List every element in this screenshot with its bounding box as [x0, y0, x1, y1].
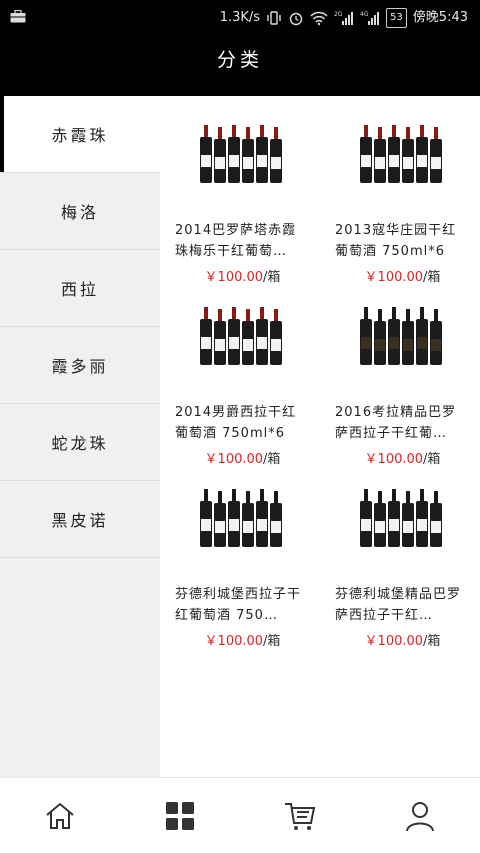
home-icon [46, 802, 74, 829]
wine-bottles-icon [200, 489, 282, 547]
sidebar-item-label: 西拉 [60, 280, 99, 299]
svg-text:2G: 2G [334, 11, 343, 18]
product-name[interactable]: 2014男爵西拉干红葡萄酒 750ml*6 [175, 402, 310, 444]
signal-2g-icon: 2G [334, 11, 354, 25]
bottom-tab-bar [0, 777, 480, 853]
vibrate-icon [267, 11, 281, 25]
tab-cart[interactable] [240, 778, 360, 853]
signal-4g-icon: 4G [360, 11, 380, 25]
product-name[interactable]: 2014巴罗萨塔赤霞珠梅乐干红葡萄… [175, 220, 310, 262]
sidebar-item-chardonnay[interactable]: 霞多丽 [0, 327, 160, 404]
product-image[interactable] [190, 114, 290, 192]
product-name[interactable]: 2013寇华庄园干红葡萄酒 750ml*6 [335, 220, 470, 262]
svg-text:4G: 4G [360, 11, 369, 18]
page-title: 分类 [216, 49, 263, 71]
sidebar-item-label: 蛇龙珠 [51, 434, 109, 453]
product-card[interactable]: 2014巴罗萨塔赤霞珠梅乐干红葡萄… ￥100.00/箱 [160, 96, 320, 285]
sidebar-item-cabernet[interactable]: 赤霞珠 [0, 96, 160, 173]
tab-home[interactable] [0, 778, 120, 853]
product-price: ￥100.00/箱 [175, 630, 310, 649]
price-amount: ￥100.00 [204, 634, 264, 649]
tab-profile[interactable] [360, 778, 480, 853]
product-card[interactable]: 芬德利城堡精品巴罗萨西拉子干红… ￥100.00/箱 [320, 460, 480, 649]
wine-bottles-icon [360, 125, 442, 183]
sidebar-item-label: 赤霞珠 [51, 126, 109, 145]
product-list: 2014巴罗萨塔赤霞珠梅乐干红葡萄… ￥100.00/箱 2013寇华庄园干红葡萄酒… [160, 96, 480, 777]
wine-bottles-icon [360, 489, 442, 547]
briefcase-icon [10, 10, 26, 23]
product-image[interactable] [350, 296, 450, 374]
wine-bottles-icon [200, 307, 282, 365]
product-image[interactable] [190, 478, 290, 556]
clock: 傍晚5:43 [412, 10, 468, 25]
price-unit: /箱 [423, 634, 441, 649]
wine-bottles-icon [200, 125, 282, 183]
network-speed: 1.3K/s [219, 10, 261, 25]
sidebar-item-merlot[interactable]: 梅洛 [0, 173, 160, 250]
product-image[interactable] [350, 478, 450, 556]
battery-indicator: 53 [386, 8, 407, 28]
sidebar-item-cabernet-gernischt[interactable]: 蛇龙珠 [0, 404, 160, 481]
product-name[interactable]: 芬德利城堡西拉子干红葡萄酒 750… [175, 584, 310, 626]
product-name[interactable]: 芬德利城堡精品巴罗萨西拉子干红… [335, 584, 470, 626]
status-indicators: 1.3K/s 2G 4G 53 傍晚5:43 [220, 8, 468, 28]
sidebar-item-label: 霞多丽 [51, 357, 109, 376]
price-amount: ￥100.00 [364, 634, 424, 649]
tab-category[interactable] [120, 778, 240, 853]
sidebar-item-label: 黑皮诺 [51, 511, 109, 530]
product-price: ￥100.00/箱 [335, 630, 470, 649]
category-grid-icon [166, 801, 194, 830]
wine-bottles-icon [360, 307, 442, 365]
product-name[interactable]: 2016考拉精品巴罗萨西拉子干红葡… [335, 402, 470, 444]
product-image[interactable] [350, 114, 450, 192]
sidebar-item-label: 梅洛 [60, 203, 99, 222]
product-card[interactable]: 芬德利城堡西拉子干红葡萄酒 750… ￥100.00/箱 [160, 460, 320, 649]
sidebar-item-pinot-noir[interactable]: 黑皮诺 [0, 481, 160, 558]
product-image[interactable] [190, 296, 290, 374]
status-bar: 1.3K/s 2G 4G 53 傍晚5:43 [0, 0, 480, 34]
page-title-bar: 分类 [0, 34, 480, 96]
product-card[interactable]: 2016考拉精品巴罗萨西拉子干红葡… ￥100.00/箱 [320, 278, 480, 467]
product-card[interactable]: 2013寇华庄园干红葡萄酒 750ml*6 ￥100.00/箱 [320, 96, 480, 285]
alarm-icon [289, 12, 303, 26]
user-icon [406, 801, 434, 831]
category-sidebar: 赤霞珠 梅洛 西拉 霞多丽 蛇龙珠 黑皮诺 [0, 96, 160, 777]
cart-icon [285, 802, 316, 830]
product-card[interactable]: 2014男爵西拉干红葡萄酒 750ml*6 ￥100.00/箱 [160, 278, 320, 467]
sidebar-item-syrah[interactable]: 西拉 [0, 250, 160, 327]
price-unit: /箱 [263, 634, 281, 649]
wifi-icon [310, 11, 328, 26]
